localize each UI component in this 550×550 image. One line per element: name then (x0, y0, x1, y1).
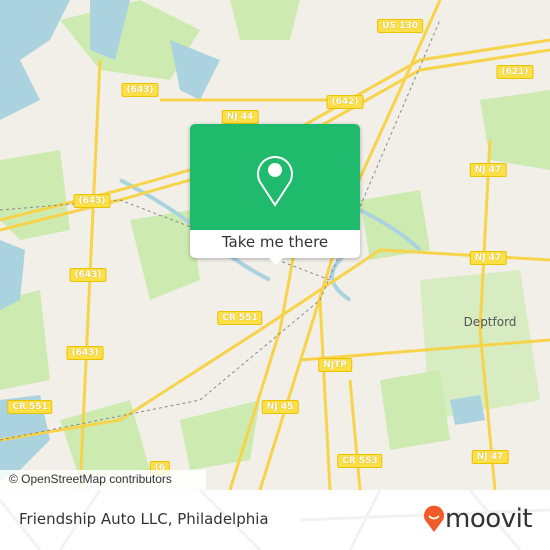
route-shield: (643) (121, 83, 159, 97)
route-shield: CR 553 (337, 454, 383, 468)
attribution[interactable]: © OpenStreetMap contributors (0, 470, 206, 490)
route-shield: (621) (496, 65, 534, 79)
route-shield: NJ 47 (469, 251, 507, 265)
place-title: Friendship Auto LLC, Philadelphia (19, 510, 269, 528)
route-shield: NJ 45 (261, 400, 299, 414)
route-shield: CR 551 (7, 400, 53, 414)
take-me-there-button[interactable]: Take me there (190, 230, 360, 258)
location-popup[interactable]: Take me there (190, 124, 360, 265)
route-shield: (643) (73, 194, 111, 208)
place-label: Deptford (463, 315, 517, 329)
route-shield: CR 551 (217, 311, 263, 325)
moovit-logo[interactable]: moovit (423, 504, 532, 534)
route-shield: (643) (66, 346, 104, 360)
route-shield: NJ 47 (471, 450, 509, 464)
route-shield: NJ 47 (469, 163, 507, 177)
map[interactable]: US 130 (621) (643) (642) NJ 44 NJ 47 (64… (0, 0, 550, 490)
moovit-pin-icon (424, 505, 445, 532)
moovit-logo-text: moovit (445, 504, 532, 534)
route-shield: US 130 (377, 19, 423, 33)
footer: Friendship Auto LLC, Philadelphia moovit (0, 490, 550, 550)
route-shield: NJTP (318, 358, 352, 372)
route-shield: NJ 44 (221, 110, 259, 124)
route-shield: (642) (326, 95, 364, 109)
route-shield: (643) (69, 268, 107, 282)
map-pin-icon (257, 156, 293, 207)
popup-pointer (268, 257, 284, 265)
